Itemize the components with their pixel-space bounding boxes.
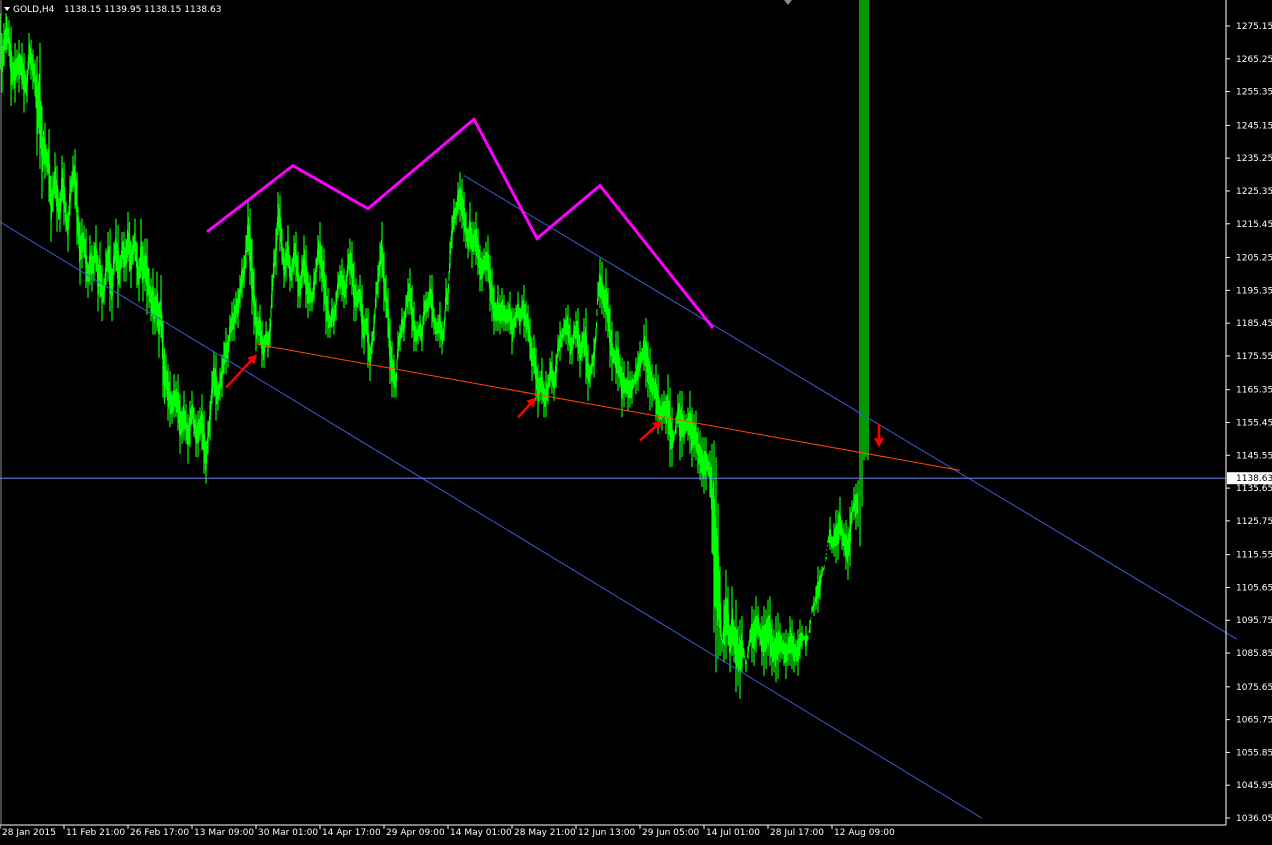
price-tick-label: 1065.75 (1236, 716, 1272, 726)
price-tick-label: 1195.35 (1236, 286, 1272, 296)
price-tick-label: 1255.35 (1236, 88, 1272, 98)
time-tick-label: 28 Jan 2015 (2, 828, 56, 838)
price-tick-label: 1095.75 (1236, 616, 1272, 626)
time-tick-label: 28 Jul 17:00 (770, 828, 824, 838)
price-tick-label: 1045.95 (1236, 781, 1272, 791)
price-tick-label: 1055.85 (1236, 748, 1272, 758)
time-tick-label: 13 Mar 09:00 (194, 828, 254, 838)
price-tick-label: 1085.85 (1236, 649, 1272, 659)
time-tick-label: 12 Aug 09:00 (834, 828, 895, 838)
price-tick-label: 1125.75 (1236, 517, 1272, 527)
price-tick-label: 1036.05 (1236, 814, 1272, 824)
price-tick-label: 1165.35 (1236, 386, 1272, 396)
time-tick-label: 14 Jul 01:00 (706, 828, 760, 838)
price-chart[interactable]: 1275.15 1265.25 1255.35 1245.15 1235.25 1225.… (0, 0, 1272, 845)
time-tick-label: 28 May 21:00 (514, 828, 576, 838)
price-tick-label: 1205.25 (1236, 254, 1272, 264)
price-tick-label: 1215.45 (1236, 220, 1272, 230)
time-tick-label: 29 Apr 09:00 (386, 828, 445, 838)
chart-header: GOLD,H4 1138.15 1139.95 1138.15 1138.63 (4, 5, 221, 15)
time-tick-label: 14 May 01:00 (450, 828, 512, 838)
time-tick-label: 30 Mar 01:00 (258, 828, 318, 838)
price-tick-label: 1175.55 (1236, 352, 1272, 362)
price-tick-label: 1075.65 (1236, 683, 1272, 693)
price-tick-label: 1135.65 (1236, 484, 1272, 494)
time-tick-label: 26 Feb 17:00 (130, 828, 189, 838)
time-tick-label: 14 Apr 17:00 (322, 828, 381, 838)
time-tick-label: 12 Jun 13:00 (578, 828, 635, 838)
time-tick-label: 29 Jun 05:00 (642, 828, 699, 838)
time-tick-label: 11 Feb 21:00 (66, 828, 125, 838)
price-tick-label: 1225.35 (1236, 187, 1272, 197)
price-tick-label: 1245.15 (1236, 121, 1272, 131)
price-tick-label: 1275.15 (1236, 22, 1272, 32)
price-tick-label: 1145.55 (1236, 451, 1272, 461)
price-tick-label: 1155.45 (1236, 418, 1272, 428)
price-tick-label: 1265.25 (1236, 55, 1272, 65)
price-tick-label: 1185.45 (1236, 319, 1272, 329)
last-price-label: 1138.63 (1236, 474, 1272, 484)
ohlc-values: 1138.15 1139.95 1138.15 1138.63 (64, 5, 221, 15)
price-tick-label: 1105.65 (1236, 583, 1272, 593)
price-tick-label: 1235.25 (1236, 154, 1272, 164)
symbol-label: GOLD,H4 (13, 5, 55, 15)
price-tick-label: 1115.55 (1236, 551, 1272, 561)
